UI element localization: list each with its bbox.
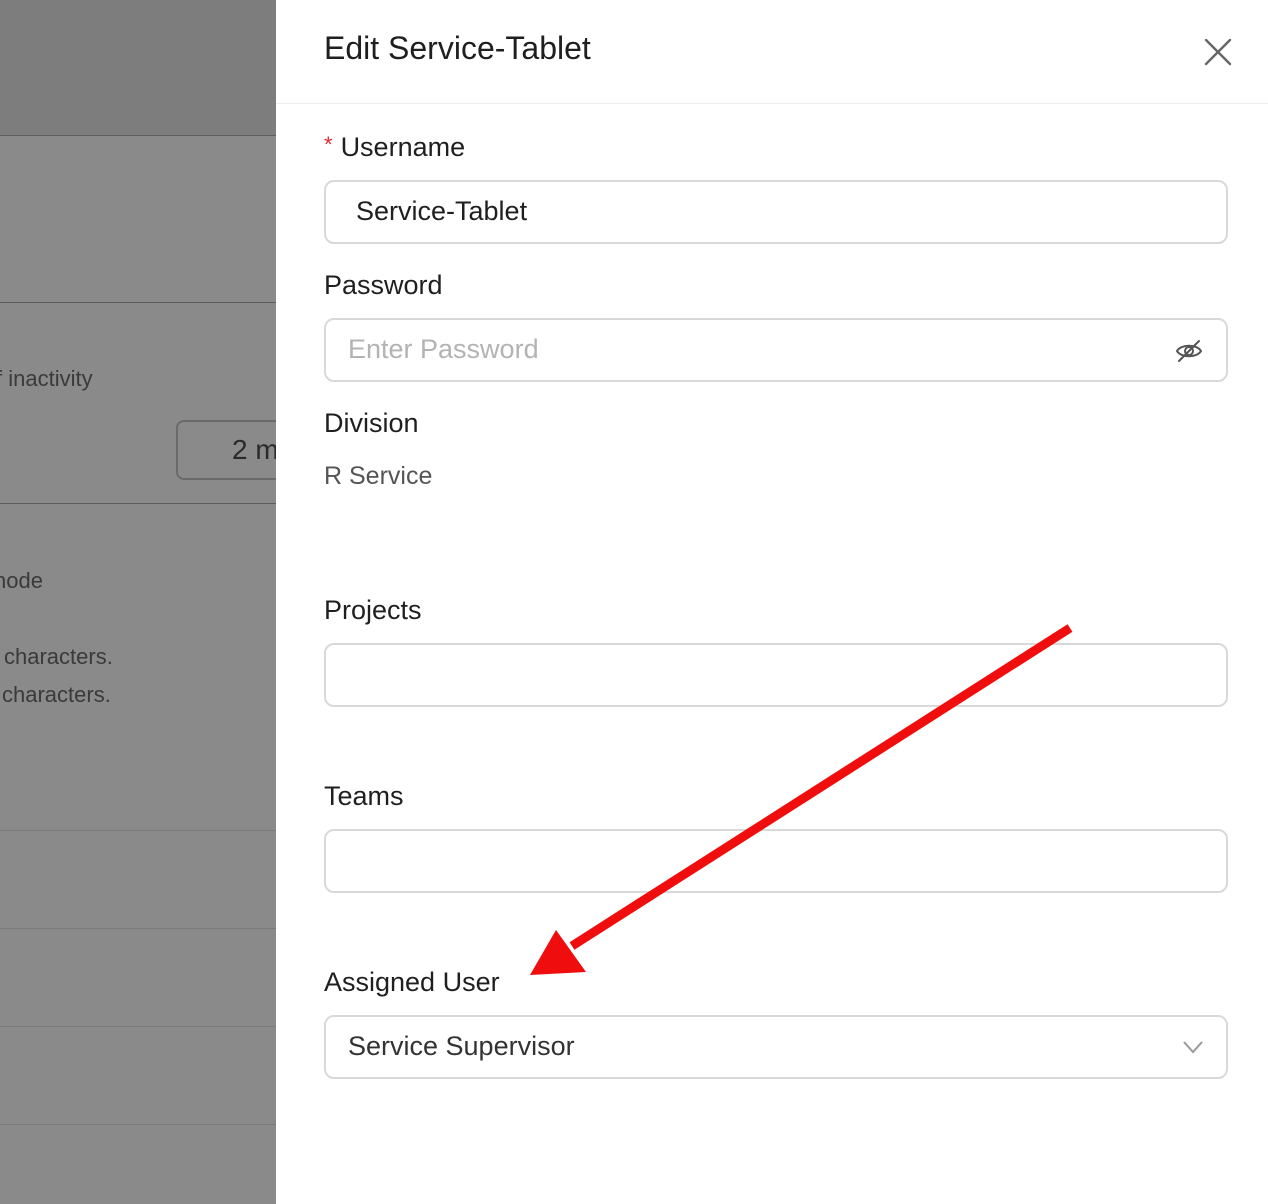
username-value: Service-Tablet [356, 196, 528, 226]
username-input[interactable]: Service-Tablet [324, 180, 1228, 244]
teams-label: Teams [324, 781, 404, 811]
projects-select[interactable] [324, 643, 1228, 707]
background-divider [0, 302, 276, 303]
background-text: node [0, 568, 43, 593]
background-text: characters. [2, 682, 111, 707]
eye-off-icon[interactable] [1174, 337, 1204, 365]
projects-label: Projects [324, 595, 422, 625]
username-label: * Username [324, 132, 466, 162]
assigned-user-value: Service Supervisor [348, 1031, 575, 1061]
drawer-title: Edit Service-Tablet [324, 30, 591, 66]
background-divider [0, 1026, 276, 1027]
drawer-header: Edit Service-Tablet [276, 0, 1268, 104]
assigned-user-select[interactable]: Service Supervisor [324, 1015, 1228, 1079]
division-value: R Service [324, 462, 433, 490]
assigned-user-label: Assigned User [324, 967, 500, 997]
teams-select[interactable] [324, 829, 1228, 893]
background-divider [0, 830, 276, 831]
background-divider [0, 503, 276, 504]
background-text: f inactivity [0, 366, 93, 391]
password-placeholder: Enter Password [348, 334, 539, 364]
chevron-down-icon [1183, 1041, 1203, 1054]
background-divider [0, 135, 276, 136]
background-page: f inactivity 2 m node characters. charac… [0, 0, 276, 1204]
background-divider [0, 1124, 276, 1125]
close-icon[interactable] [1202, 36, 1234, 68]
password-input[interactable]: Enter Password [324, 318, 1228, 382]
background-divider [0, 928, 276, 929]
required-mark: * [324, 132, 333, 157]
edit-drawer: Edit Service-Tablet * Username Service-Ta… [276, 0, 1268, 1204]
background-select: 2 m [176, 420, 276, 480]
background-text: characters. [4, 644, 113, 669]
background-header-band [0, 0, 276, 136]
password-label: Password [324, 270, 443, 300]
division-label: Division [324, 408, 419, 438]
